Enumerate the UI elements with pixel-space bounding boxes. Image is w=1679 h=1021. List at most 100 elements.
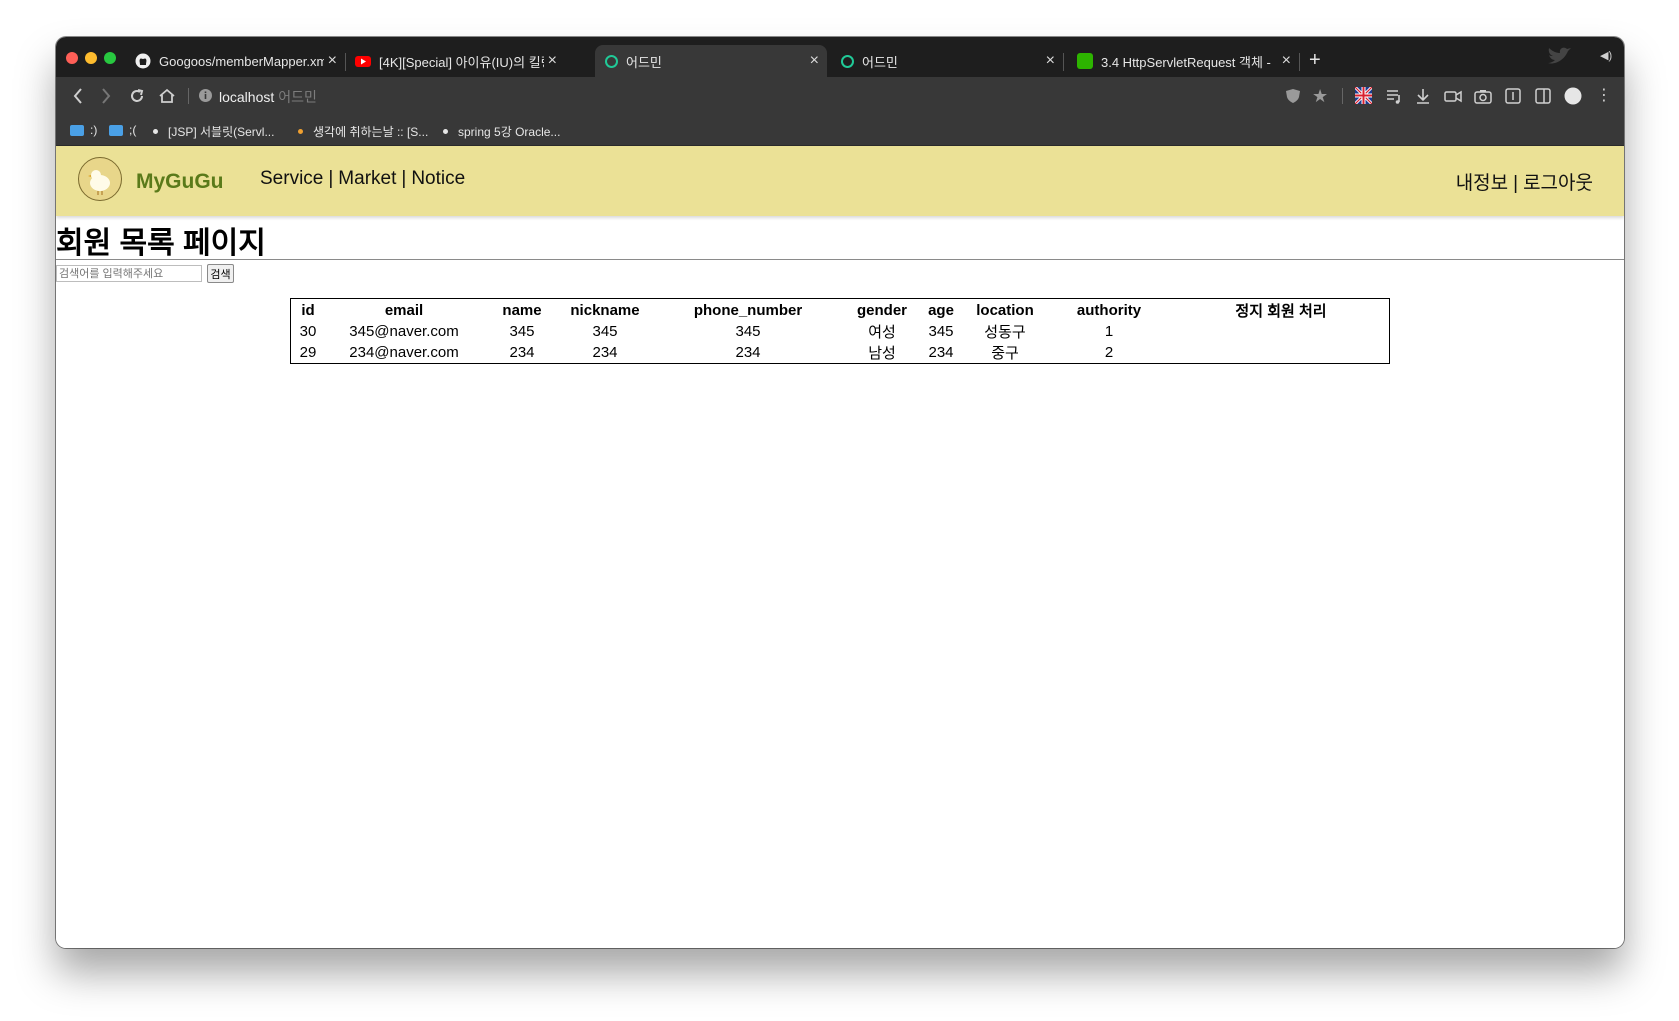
logout-link[interactable]: 로그아웃 xyxy=(1523,173,1593,194)
column-header: id xyxy=(301,302,315,319)
tab-close-icon[interactable]: × xyxy=(548,52,557,70)
cell-name: 345 xyxy=(509,323,535,340)
bookmark-item[interactable]: spring 5강 Oracle... xyxy=(443,123,560,140)
toolbar-divider xyxy=(1342,88,1343,104)
green-doc-icon xyxy=(1077,53,1093,69)
back-icon[interactable] xyxy=(72,87,84,110)
user-nav: 내정보 | 로그아웃 xyxy=(1456,168,1593,195)
main-nav: Service | Market | Notice xyxy=(260,168,465,190)
table-header-row: id email name nickname phone_number gend… xyxy=(291,299,1389,321)
site-ring-icon xyxy=(841,54,854,68)
bookmarks-bar: :) ;( [JSP] 서블릿(Servl... 생각에 취하는날 :: [S.… xyxy=(56,115,1624,146)
tab-github[interactable]: Googoos/memberMapper.xml × xyxy=(125,45,346,77)
chick-logo-icon[interactable] xyxy=(78,157,122,201)
tab-close-icon[interactable]: × xyxy=(1282,52,1291,70)
nav-notice[interactable]: Notice xyxy=(411,168,465,189)
nav-service[interactable]: Service xyxy=(260,168,323,189)
table-row: 30 345@naver.com 345 345 345 여성 345 성동구 … xyxy=(291,321,1389,342)
nav-separator: | xyxy=(328,168,334,189)
favicon-dot-icon xyxy=(153,129,158,134)
tab-admin-active[interactable]: 어드민 × xyxy=(595,45,827,77)
page-content: MyGuGu Service | Market | Notice 내정보 | 로그아웃 회원… xyxy=(56,146,1624,948)
column-header: email xyxy=(384,302,424,319)
camera-icon[interactable] xyxy=(1474,87,1492,110)
page-title: 회원 목록 페이지 xyxy=(56,227,266,260)
my-info-link[interactable]: 내정보 xyxy=(1456,173,1508,194)
address-bar[interactable]: localhost 어드민 xyxy=(219,87,317,107)
star-icon[interactable]: ★ xyxy=(1312,87,1328,105)
tab-separator xyxy=(1063,53,1064,71)
video-icon[interactable] xyxy=(1444,87,1462,110)
zoom-window-button[interactable] xyxy=(104,52,116,64)
minimize-window-button[interactable] xyxy=(85,52,97,64)
cell-gender: 남성 xyxy=(868,345,896,362)
tab-title: 어드민 xyxy=(862,54,898,70)
tab-title: 어드민 xyxy=(626,54,662,70)
divider xyxy=(56,259,1624,260)
download-icon[interactable] xyxy=(1415,87,1431,110)
bookmark-folder[interactable]: ;( xyxy=(109,123,136,137)
reload-icon[interactable] xyxy=(128,87,146,110)
home-icon[interactable] xyxy=(158,87,176,110)
nav-separator: | xyxy=(1513,173,1519,194)
new-tab-button[interactable]: + xyxy=(1309,49,1321,72)
bookmark-folder[interactable]: :) xyxy=(70,123,97,137)
profile-avatar-icon[interactable] xyxy=(1564,87,1582,110)
folder-icon xyxy=(109,124,123,136)
cell-age: 345 xyxy=(928,323,954,340)
github-icon xyxy=(135,53,151,69)
site-ring-icon xyxy=(605,54,618,68)
menu-icon[interactable]: ⋮ xyxy=(1596,87,1612,105)
nav-market[interactable]: Market xyxy=(338,168,396,189)
cell-gender: 여성 xyxy=(868,324,896,341)
site-header: MyGuGu Service | Market | Notice 내정보 | 로그아웃 xyxy=(56,146,1624,216)
cell-phone-number: 345 xyxy=(735,323,761,340)
bookmark-label: :) xyxy=(90,123,98,137)
column-header: 정지 회원 처리 xyxy=(1235,303,1327,320)
column-header: name xyxy=(502,302,542,319)
reader-icon[interactable] xyxy=(1504,87,1522,110)
search-input[interactable] xyxy=(56,265,202,282)
bookmark-label: ;( xyxy=(129,123,137,137)
cell-id: 29 xyxy=(299,344,317,361)
tab-close-icon[interactable]: × xyxy=(1046,52,1055,70)
tab-close-icon[interactable]: × xyxy=(328,52,337,70)
cell-nickname: 234 xyxy=(592,344,618,361)
member-table: id email name nickname phone_number gend… xyxy=(290,298,1390,364)
bird-icon xyxy=(1546,45,1572,72)
tab-separator xyxy=(1299,53,1300,71)
tab-admin[interactable]: 어드민 × xyxy=(831,45,1064,77)
cell-suspend-action xyxy=(1173,342,1389,363)
uk-flag-icon[interactable] xyxy=(1353,85,1374,109)
site-logo-text[interactable]: MyGuGu xyxy=(136,170,224,194)
sidebar-icon[interactable] xyxy=(1534,87,1552,110)
bookmark-item[interactable]: [JSP] 서블릿(Servl... xyxy=(153,123,274,140)
tab-title: 3.4 HttpServletRequest 객체 - xyxy=(1101,54,1271,70)
bookmark-item[interactable]: 생각에 취하는날 :: [S... xyxy=(298,123,428,140)
forward-icon[interactable] xyxy=(100,87,112,110)
bookmark-label: spring 5강 Oracle... xyxy=(458,125,561,139)
bookmark-label: 생각에 취하는날 :: [S... xyxy=(313,125,429,139)
cell-age: 234 xyxy=(928,344,954,361)
favicon-dot-icon xyxy=(298,129,303,134)
cell-nickname: 345 xyxy=(592,323,618,340)
close-window-button[interactable] xyxy=(66,52,78,64)
browser-window: Googoos/memberMapper.xml × [4K][Special]… xyxy=(56,37,1624,948)
tab-close-icon[interactable]: × xyxy=(810,52,819,70)
tab-servlet-doc[interactable]: 3.4 HttpServletRequest 객체 - × xyxy=(1067,45,1300,77)
tab-title: [4K][Special] 아이유(IU)의 킬링보이스 xyxy=(379,54,544,70)
bookmark-label: [JSP] 서블릿(Servl... xyxy=(168,125,275,139)
url-host: localhost xyxy=(219,89,275,105)
column-header: authority xyxy=(1076,302,1142,319)
url-suffix: 어드민 xyxy=(278,89,317,105)
shield-icon[interactable] xyxy=(1284,87,1302,110)
youtube-icon xyxy=(355,53,371,69)
search-button[interactable]: 검색 xyxy=(207,264,234,283)
playlist-icon[interactable] xyxy=(1385,87,1403,110)
table-row: 29 234@naver.com 234 234 234 남성 234 중구 2 xyxy=(291,342,1389,363)
tab-title: Googoos/memberMapper.xml xyxy=(159,53,324,69)
tab-youtube[interactable]: [4K][Special] 아이유(IU)의 킬링보이스 × xyxy=(345,45,565,77)
site-info-icon[interactable] xyxy=(198,88,213,108)
speaker-icon[interactable]: ◀) xyxy=(1600,49,1612,62)
column-header: age xyxy=(928,302,954,319)
